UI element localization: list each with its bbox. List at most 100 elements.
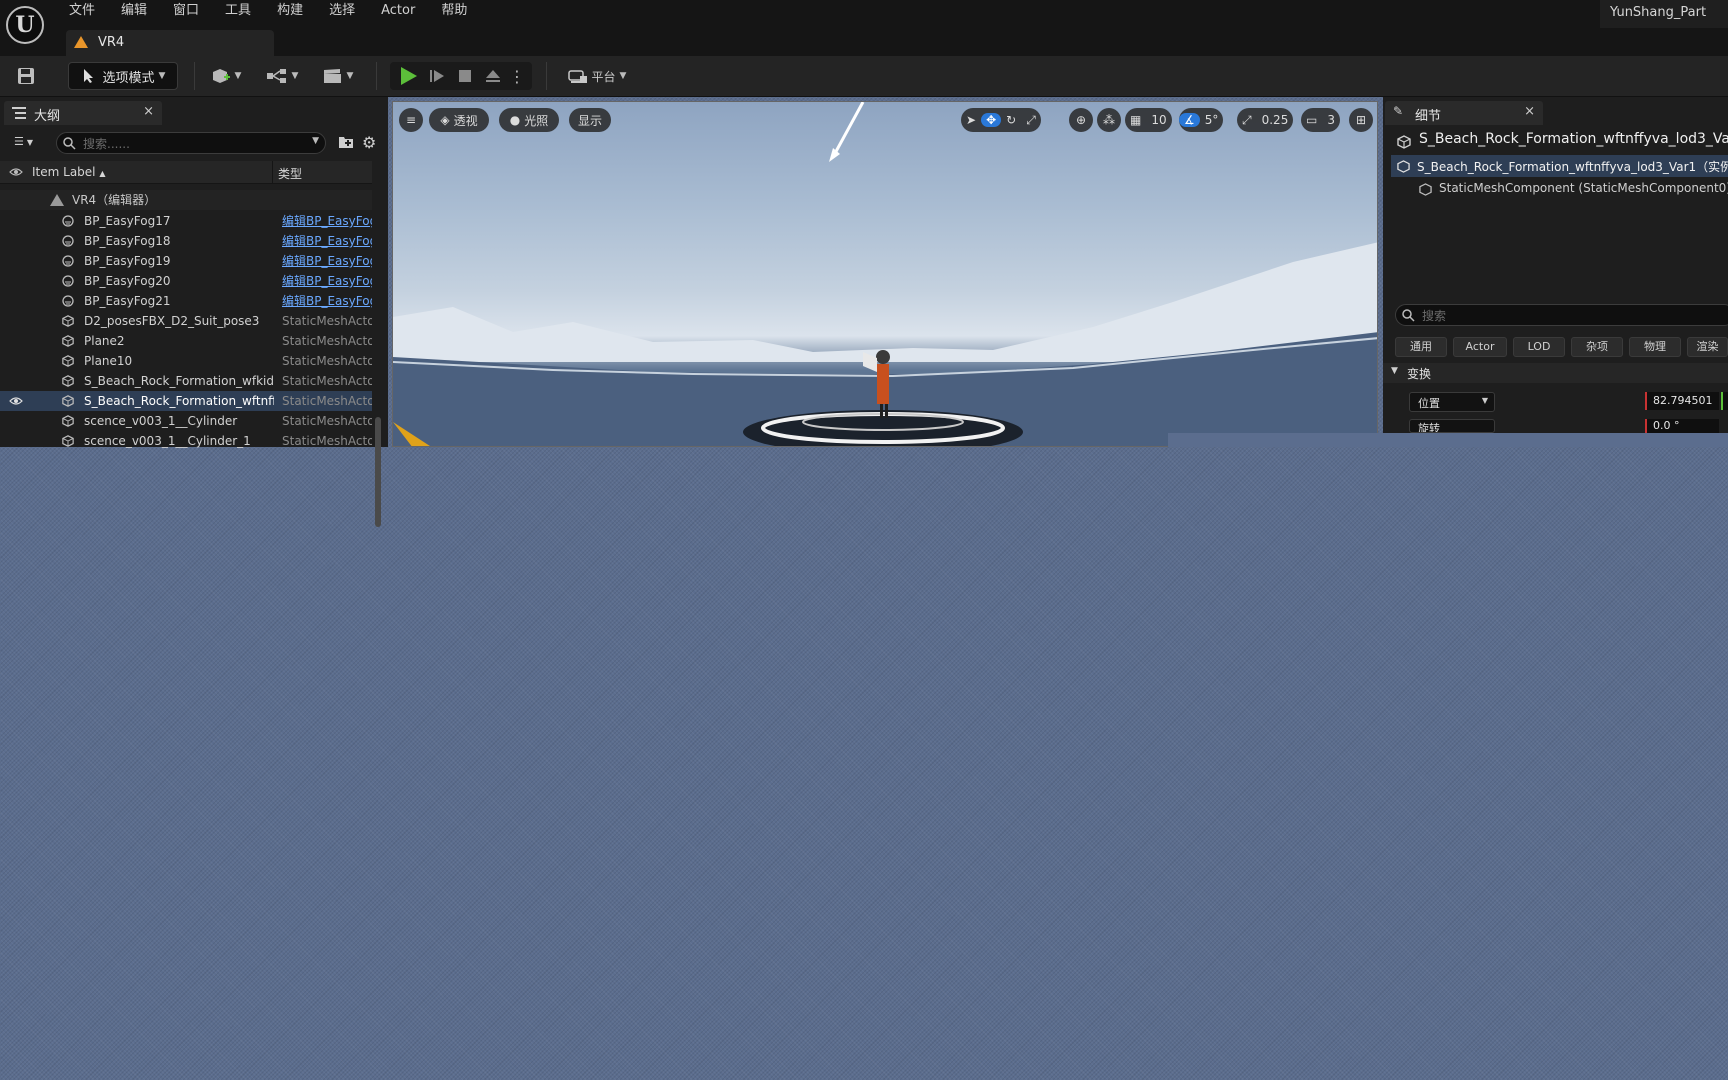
new-folder-icon[interactable]: [338, 134, 354, 150]
rotation-x-field[interactable]: 0.0 °: [1645, 419, 1719, 433]
user-account[interactable]: YunShang_Part: [1600, 0, 1728, 28]
outliner-row-type-link[interactable]: 编辑BP_EasyFog: [282, 251, 372, 271]
chevron-down-icon: ▼: [158, 71, 166, 81]
rotate-tool-icon[interactable]: ↻: [1001, 113, 1021, 127]
outliner-tab[interactable]: 大纲 ×: [4, 101, 162, 125]
outliner-row-type-link[interactable]: 编辑BP_EasyFog: [282, 291, 372, 311]
grid-snap-value: 10: [1151, 113, 1167, 127]
menu-select[interactable]: 选择: [316, 0, 368, 24]
chevron-down-icon[interactable]: ▼: [312, 136, 319, 146]
filter-rendering[interactable]: 渲染: [1687, 337, 1728, 357]
outliner-row[interactable]: BP_EasyFog19 编辑BP_EasyFog: [0, 251, 372, 271]
surface-snap-icon[interactable]: ⁂: [1097, 108, 1121, 132]
menu-build[interactable]: 构建: [264, 0, 316, 24]
filter-icon[interactable]: ☰ ▼: [14, 135, 33, 148]
selection-mode-button[interactable]: 选项模式 ▼: [68, 62, 178, 90]
outliner-row-type-link[interactable]: 编辑BP_EasyFog: [282, 231, 372, 251]
transform-section-header[interactable]: ▼ 变换: [1383, 363, 1728, 383]
rotation-dropdown[interactable]: 旋转: [1409, 419, 1495, 433]
close-icon[interactable]: ×: [143, 104, 154, 119]
outliner-row[interactable]: BP_EasyFog17 编辑BP_EasyFog: [0, 211, 372, 231]
settings-gear-icon[interactable]: ⚙: [362, 133, 376, 152]
select-tool-icon[interactable]: ➤: [961, 113, 981, 127]
filter-general[interactable]: 通用: [1395, 337, 1447, 357]
outliner-row[interactable]: D2_posesFBX_D2_Suit_pose3 StaticMeshActor: [0, 311, 372, 331]
gamepad-icon: [567, 70, 587, 83]
eject-button[interactable]: [479, 68, 507, 84]
actor-name-field[interactable]: S_Beach_Rock_Formation_wftnffyva_lod3_Va: [1419, 131, 1728, 147]
step-icon: [430, 70, 444, 82]
outliner-row[interactable]: scence_v003_1__Cylinder_1 StaticMeshActor: [0, 431, 372, 451]
outliner-row[interactable]: Plane10 StaticMeshActor: [0, 351, 372, 371]
visibility-eye-icon[interactable]: [9, 396, 23, 406]
outliner-row[interactable]: Plane2 StaticMeshActor: [0, 331, 372, 351]
outliner-row-type-link[interactable]: 编辑BP_EasyFog: [282, 211, 372, 231]
outliner-row[interactable]: scence_v003_1__Cylinder StaticMeshActor: [0, 411, 372, 431]
cinematics-button[interactable]: ▼: [318, 62, 358, 90]
close-icon[interactable]: ×: [1524, 104, 1535, 119]
filter-lod[interactable]: LOD: [1513, 337, 1565, 357]
unreal-logo-icon[interactable]: U: [6, 6, 44, 44]
menu-tools[interactable]: 工具: [212, 0, 264, 24]
camera-speed[interactable]: ▭ 3: [1301, 108, 1340, 132]
menu-window[interactable]: 窗口: [160, 0, 212, 24]
perspective-button[interactable]: ◈ 透视: [429, 108, 489, 132]
tree-root-row[interactable]: VR4（编辑器）: [0, 190, 372, 210]
details-search[interactable]: [1395, 304, 1728, 326]
perspective-label: 透视: [453, 113, 478, 128]
world-space-icon[interactable]: ⊕: [1069, 108, 1093, 132]
stop-button[interactable]: [451, 69, 479, 83]
menu-help[interactable]: 帮助: [428, 0, 480, 24]
viewport-menu-button[interactable]: ≡: [399, 108, 423, 132]
show-button[interactable]: 显示: [569, 108, 611, 132]
level-viewport[interactable]: ≡ ◈ 透视 ● 光照 显示 ➤ ✥ ↻ ⤢ ⊕ ⁂ ▦ 10 ∡ 5° ⤢ 0.25 ▭…: [392, 101, 1378, 447]
move-tool-icon[interactable]: ✥: [981, 113, 1002, 127]
viewport-layout-icon[interactable]: ⊞: [1349, 108, 1373, 132]
outliner-row[interactable]: S_Beach_Rock_Formation_wftnffy StaticMesh…: [0, 391, 372, 411]
outliner-scrollbar[interactable]: [375, 417, 381, 527]
play-button[interactable]: [395, 67, 423, 85]
location-x-field[interactable]: 82.794501: [1645, 392, 1719, 410]
details-search-input[interactable]: [1420, 307, 1714, 325]
outliner-row[interactable]: BP_EasyFog18 编辑BP_EasyFog: [0, 231, 372, 251]
step-button[interactable]: [423, 68, 451, 84]
lighting-button[interactable]: ● 光照: [499, 108, 559, 132]
component-row[interactable]: StaticMeshComponent (StaticMeshComponent…: [1419, 179, 1728, 199]
outliner-row-type: StaticMeshActor: [282, 374, 372, 388]
grid-snap[interactable]: ▦ 10: [1125, 108, 1172, 132]
more-options-icon[interactable]: ⋮: [507, 67, 527, 86]
static-mesh-icon: [1419, 183, 1432, 196]
outliner-row[interactable]: S_Beach_Rock_Formation_wfkidc StaticMeshA…: [0, 371, 372, 391]
filter-misc[interactable]: 杂项: [1571, 337, 1623, 357]
filter-actor[interactable]: Actor: [1453, 337, 1507, 357]
chevron-down-icon: ▼: [346, 71, 354, 81]
save-icon[interactable]: [12, 62, 40, 90]
location-y-field[interactable]: [1721, 392, 1728, 410]
outliner-row[interactable]: BP_EasyFog20 编辑BP_EasyFog: [0, 271, 372, 291]
menu-edit[interactable]: 编辑: [108, 0, 160, 24]
transform-section-label: 变换: [1407, 367, 1432, 381]
outliner-search[interactable]: ▼: [56, 132, 326, 154]
location-dropdown[interactable]: 位置 ▼: [1409, 392, 1495, 412]
column-divider: [272, 161, 273, 183]
component-instance-row[interactable]: S_Beach_Rock_Formation_wftnffyva_lod3_Va…: [1391, 155, 1728, 177]
add-actor-button[interactable]: ▼: [206, 62, 246, 90]
visibility-eye-icon[interactable]: [9, 167, 23, 177]
platforms-button[interactable]: 平台 ▼: [560, 62, 634, 90]
filter-physics[interactable]: 物理: [1629, 337, 1681, 357]
column-item-label[interactable]: Item Label ▲: [32, 165, 106, 179]
outliner-row[interactable]: BP_EasyFog21 编辑BP_EasyFog: [0, 291, 372, 311]
play-icon: [401, 67, 417, 85]
level-tab[interactable]: VR4: [66, 30, 274, 56]
scale-tool-icon[interactable]: ⤢: [1021, 113, 1041, 128]
outliner-search-input[interactable]: [81, 135, 305, 153]
details-tab[interactable]: ✎ 细节 ×: [1385, 101, 1543, 125]
blueprint-button[interactable]: ▼: [262, 62, 302, 90]
rotation-snap[interactable]: ∡ 5°: [1179, 108, 1224, 132]
column-type[interactable]: 类型: [278, 165, 302, 182]
scale-snap[interactable]: ⤢ 0.25: [1237, 108, 1294, 132]
outliner-row-type-link[interactable]: 编辑BP_EasyFog: [282, 271, 372, 291]
menu-actor[interactable]: Actor: [368, 0, 428, 24]
menu-file[interactable]: 文件: [56, 0, 108, 24]
outliner-tab-label: 大纲: [34, 109, 61, 124]
